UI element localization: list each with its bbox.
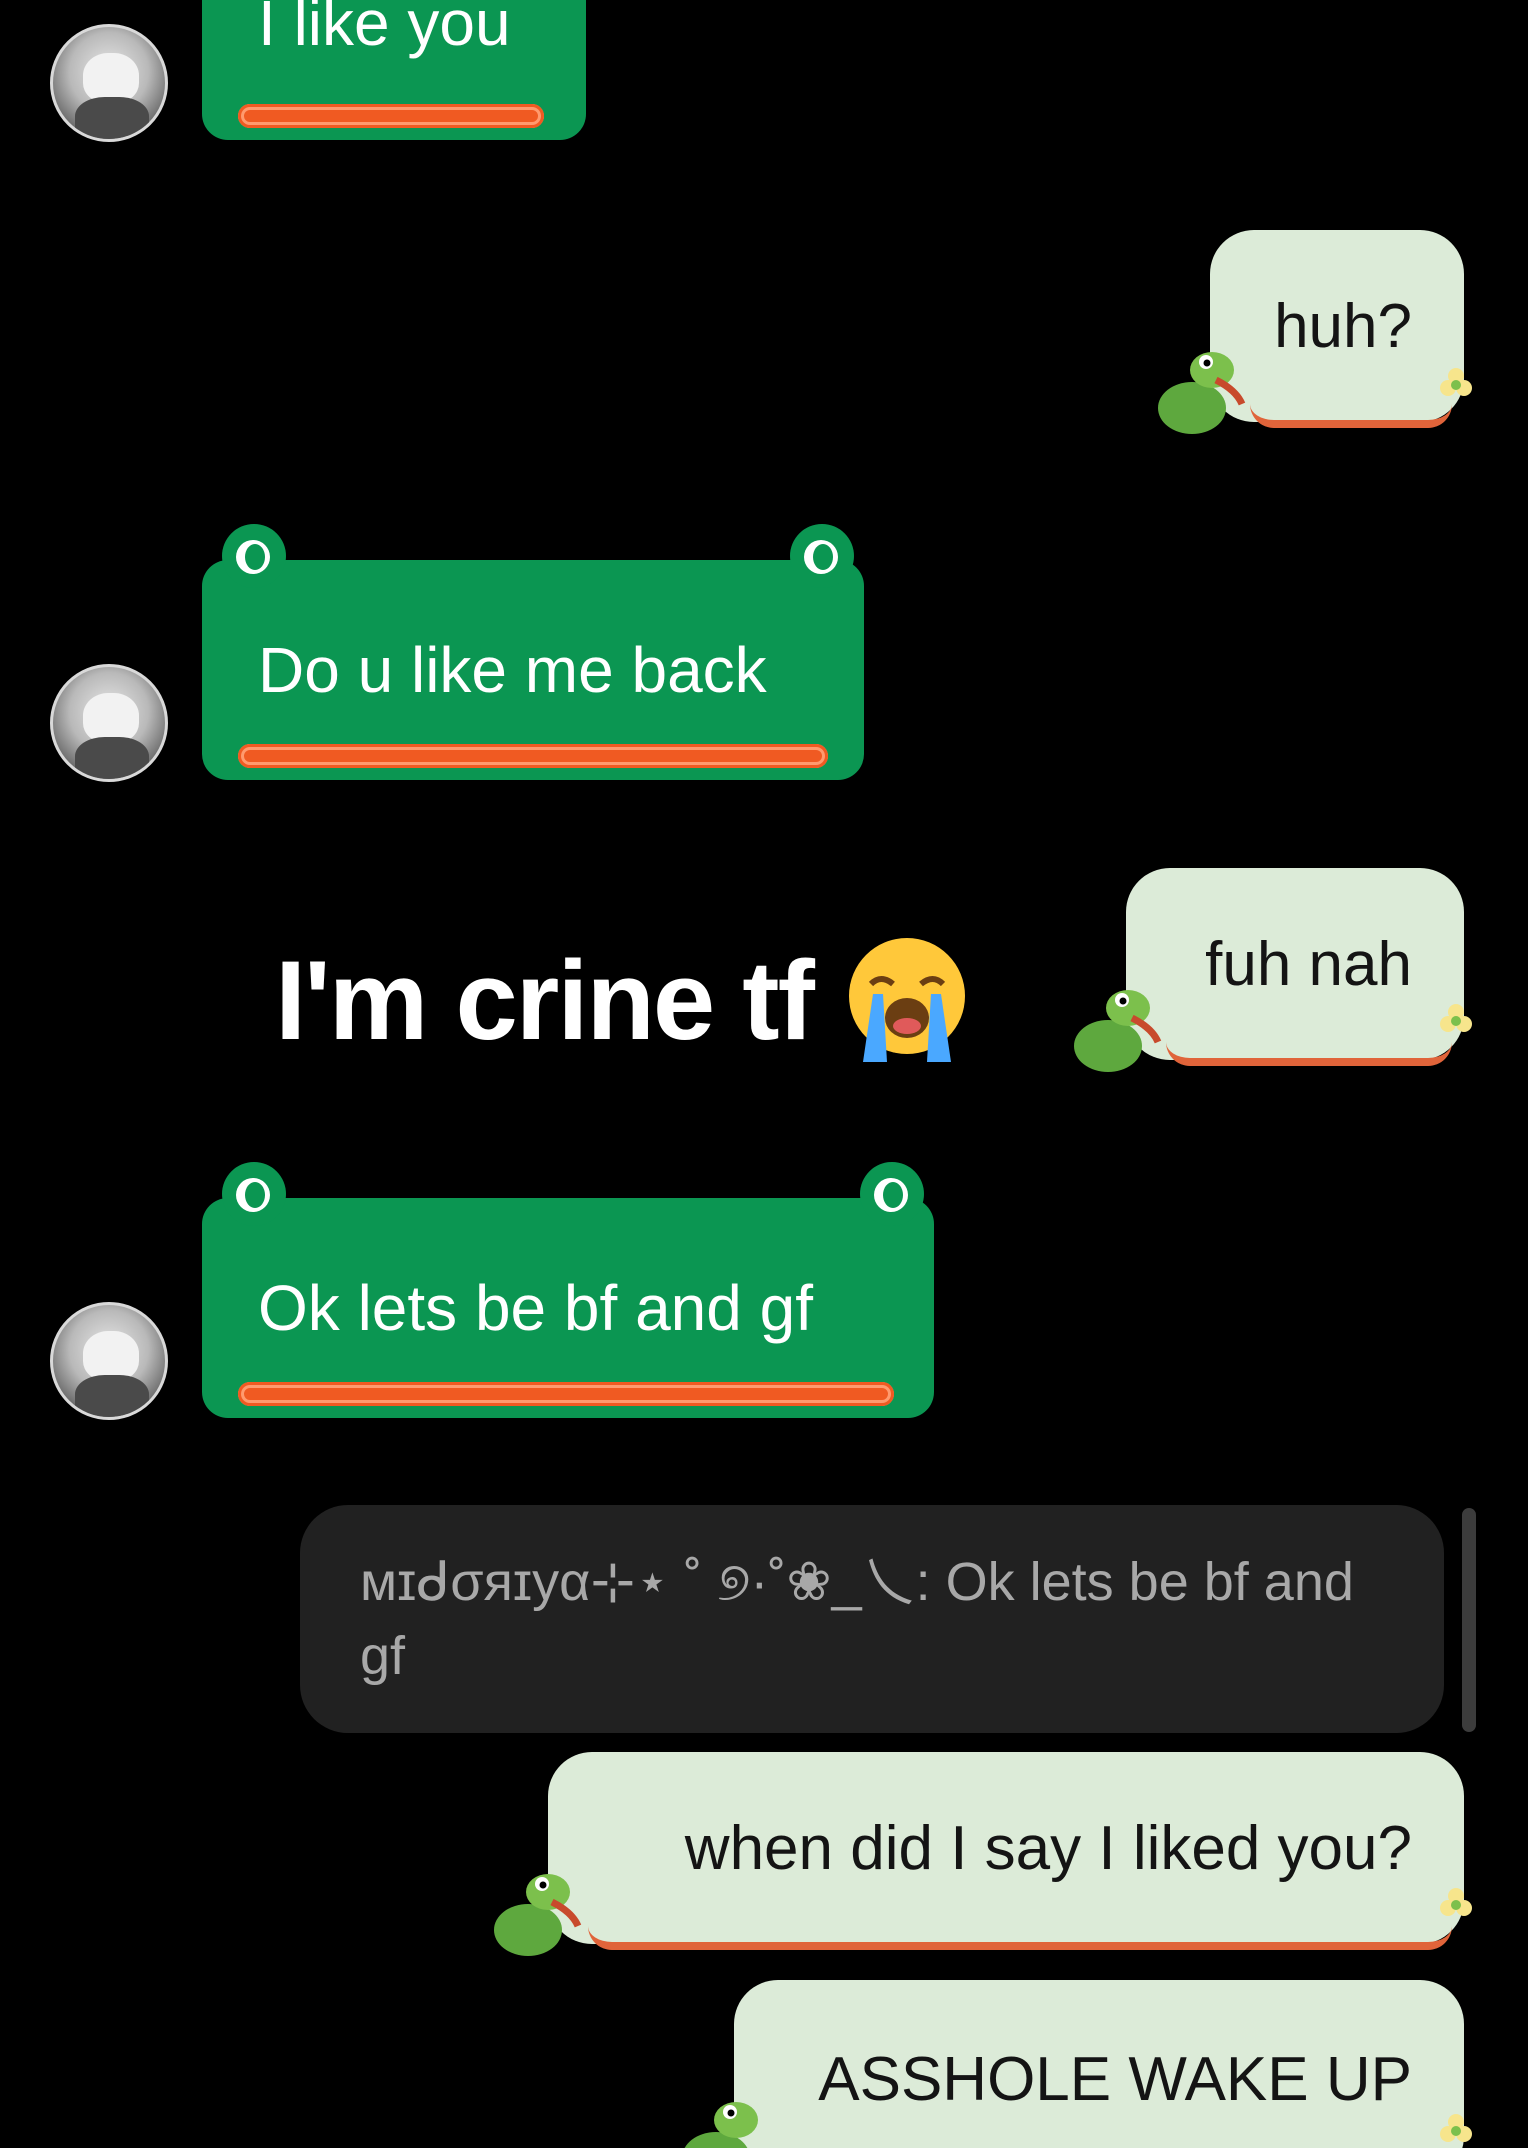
frog-ear-left xyxy=(222,524,286,588)
bubble-trim xyxy=(588,1926,1452,1950)
frog-icon xyxy=(1074,990,1162,1072)
avatar[interactable] xyxy=(50,24,168,142)
loudly-crying-face-emoji xyxy=(848,938,965,1062)
frog-icon xyxy=(1158,352,1246,434)
avatar[interactable] xyxy=(50,1302,168,1420)
message-text: fuh nah xyxy=(1205,929,1412,999)
flower-icon xyxy=(1440,2114,1472,2142)
chat-screen: I like you huh? Do u like me back I'm cr… xyxy=(0,0,1528,2148)
bubble-underline xyxy=(238,104,544,128)
frog-ear-right xyxy=(790,524,854,588)
message-text: I like you xyxy=(258,0,511,59)
outgoing-message-bubble[interactable]: huh? xyxy=(1210,230,1464,428)
frog-ear-right xyxy=(860,1162,924,1226)
message-text: Do u like me back xyxy=(258,634,767,706)
avatar[interactable] xyxy=(50,664,168,782)
bubble-trim xyxy=(1166,1042,1452,1066)
message-text: when did I say I liked you? xyxy=(684,1813,1412,1883)
flower-icon xyxy=(1440,368,1472,396)
frog-ear-left xyxy=(222,1162,286,1226)
outgoing-message-bubble[interactable]: fuh nah xyxy=(1126,868,1464,1066)
incoming-message-bubble[interactable]: Ok lets be bf and gf xyxy=(202,1162,934,1418)
frog-icon xyxy=(494,1874,582,1956)
bubble-trim xyxy=(1250,404,1452,428)
reply-sender: ᴍɪᑯσяɪуα⊹⋆ ˚ ୭·˚❀_乀: xyxy=(360,1552,931,1612)
incoming-message-bubble[interactable]: Do u like me back xyxy=(202,524,864,780)
reply-preview[interactable]: ᴍɪᑯσяɪуα⊹⋆ ˚ ୭·˚❀_乀: Ok lets be bf and g… xyxy=(300,1505,1444,1733)
scrollbar[interactable] xyxy=(1462,1508,1476,1732)
frog-icon xyxy=(684,2102,758,2148)
outgoing-message-bubble[interactable]: when did I say I liked you? xyxy=(548,1752,1464,1950)
message-text: huh? xyxy=(1274,291,1412,361)
caption-text: I'm crine tf xyxy=(275,937,815,1063)
flower-icon xyxy=(1440,1888,1472,1916)
bubble-underline xyxy=(238,744,828,768)
overlay-caption: I'm crine tf xyxy=(275,920,973,1080)
message-text: Ok lets be bf and gf xyxy=(258,1272,813,1344)
message-text: ASSHOLE WAKE UP xyxy=(818,2045,1412,2114)
outgoing-message-bubble[interactable]: ASSHOLE WAKE UP xyxy=(734,1980,1464,2148)
flower-icon xyxy=(1440,1004,1472,1032)
incoming-message-bubble[interactable]: I like you xyxy=(202,0,586,140)
bubble-underline xyxy=(238,1382,894,1406)
